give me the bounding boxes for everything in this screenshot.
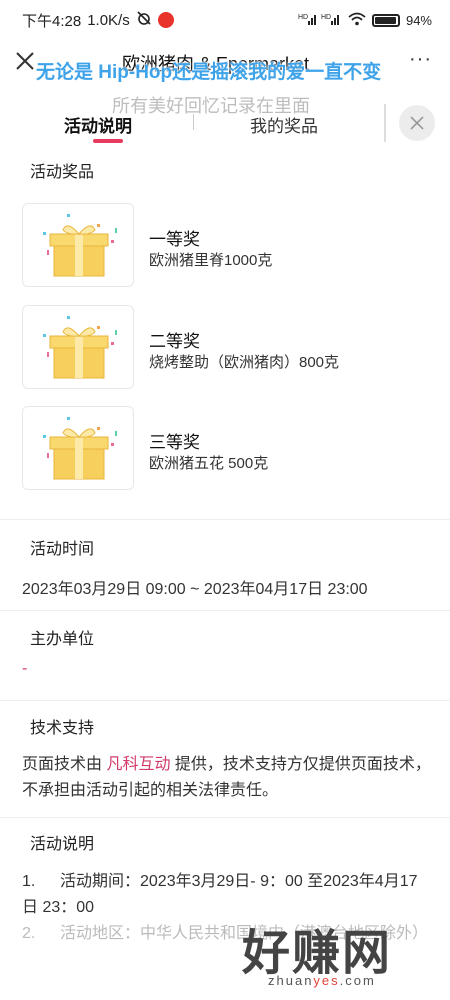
app-badge-icon	[157, 12, 174, 28]
section-divider	[0, 519, 450, 520]
section-title-description: 活动说明	[22, 830, 101, 858]
active-tab-indicator	[93, 139, 123, 143]
tab-divider-right	[384, 104, 386, 142]
tab-bar: 活动说明 我的奖品	[0, 100, 450, 152]
svg-text:HD: HD	[298, 14, 308, 21]
status-speed: 1.0K/s	[87, 11, 130, 29]
organizer-value: -	[22, 660, 28, 677]
section-title-organizer: 主办单位	[22, 625, 101, 653]
status-time: 下午4:28	[22, 12, 82, 30]
lyric-overlay-line1: 无论是 Hip-Hop还是摇滚我的爱一直不变	[36, 62, 382, 83]
watermark-url: zhuanyes.com	[268, 973, 376, 988]
watermark-url-highlight: yes	[313, 973, 340, 988]
brand-link[interactable]: 凡科互动	[106, 756, 170, 773]
prize-name: 欧洲猪五花 500克	[149, 455, 269, 472]
gift-box-icon	[22, 203, 134, 287]
tab-activity-info[interactable]: 活动说明	[64, 112, 132, 137]
site-watermark: 好赚网 zhuanyes.com	[238, 913, 438, 993]
watermark-url-suffix: .com	[339, 973, 376, 988]
gift-box-icon	[22, 305, 134, 389]
status-bar: 下午4:28 1.0K/s HD HD 94%	[0, 0, 450, 40]
more-menu-button[interactable]: ···	[409, 48, 432, 71]
list-number: 1.	[22, 873, 36, 890]
close-icon	[410, 116, 424, 130]
prize-level: 一等奖	[149, 230, 200, 249]
section-title-time: 活动时间	[22, 535, 101, 563]
hd-signal-icon: HD HD	[298, 12, 342, 29]
battery-icon	[371, 13, 400, 27]
section-divider	[0, 817, 450, 818]
prize-item[interactable]: 一等奖 欧洲猪里脊1000克	[22, 203, 442, 287]
watermark-url-prefix: zhuan	[268, 973, 314, 988]
prize-level: 二等奖	[149, 332, 200, 351]
prize-name: 欧洲猪里脊1000克	[149, 252, 273, 269]
tech-support-text: 页面技术由 凡科互动 提供，技术支持方仅提供页面技术，不承担由活动引起的相关法律…	[22, 752, 432, 804]
tab-divider	[193, 114, 194, 130]
prize-name: 烧烤整助（欧洲猪肉）800克	[149, 354, 340, 371]
activity-time-value: 2023年03月29日 09:00 ~ 2023年04月17日 23:00	[22, 581, 368, 598]
tab-my-prizes[interactable]: 我的奖品	[250, 112, 318, 137]
section-divider	[0, 700, 450, 701]
list-number: 2.	[22, 925, 36, 942]
wifi-icon	[348, 12, 366, 29]
list-text: 活动期间：2023年3月29日- 9：00 至2023年4月17日 23：00	[22, 873, 418, 916]
section-divider	[0, 610, 450, 611]
alarm-off-icon	[136, 10, 152, 30]
battery-level: 94%	[405, 12, 432, 28]
close-panel-button[interactable]	[399, 105, 435, 141]
close-icon[interactable]	[12, 48, 38, 74]
prize-level: 三等奖	[149, 433, 200, 452]
section-title-tech-support: 技术支持	[22, 714, 101, 742]
prize-item[interactable]: 三等奖 欧洲猪五花 500克	[22, 406, 442, 490]
prize-item[interactable]: 二等奖 烧烤整助（欧洲猪肉）800克	[22, 305, 442, 389]
svg-text:HD: HD	[321, 14, 331, 21]
tech-text-before: 页面技术由	[22, 756, 107, 773]
section-title-prizes: 活动奖品	[22, 158, 101, 186]
gift-box-icon	[22, 406, 134, 490]
